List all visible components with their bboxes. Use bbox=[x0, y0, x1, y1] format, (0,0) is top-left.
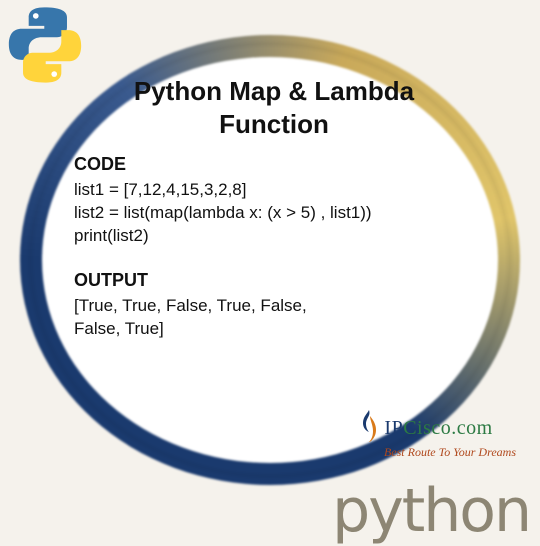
ipcisco-text: IPCisco.com bbox=[384, 417, 492, 440]
flame-icon bbox=[358, 410, 380, 447]
brand-dotcom: .com bbox=[451, 417, 492, 439]
ipcisco-tagline: Best Route To Your Dreams bbox=[358, 445, 516, 460]
python-logo-icon bbox=[6, 6, 84, 89]
code-line-1: list1 = [7,12,4,15,3,2,8] bbox=[74, 179, 474, 202]
output-line-2: False, True] bbox=[74, 318, 474, 341]
title-line2: Function bbox=[219, 109, 329, 139]
code-line-2: list2 = list(map(lambda x: (x > 5) , lis… bbox=[74, 202, 474, 225]
python-wordmark: python bbox=[332, 476, 530, 546]
brand-cisco: Cisco bbox=[403, 417, 451, 439]
brand-ip: IP bbox=[384, 417, 403, 439]
code-line-3: print(list2) bbox=[74, 225, 474, 248]
page-title: Python Map & Lambda Function bbox=[74, 75, 474, 140]
ipcisco-brand: IPCisco.com Best Route To Your Dreams bbox=[358, 410, 516, 460]
output-heading: OUTPUT bbox=[74, 270, 474, 291]
output-line-1: [True, True, False, True, False, bbox=[74, 295, 474, 318]
code-heading: CODE bbox=[74, 154, 474, 175]
content-card: Python Map & Lambda Function CODE list1 … bbox=[74, 75, 474, 341]
title-line1: Python Map & Lambda bbox=[134, 76, 414, 106]
